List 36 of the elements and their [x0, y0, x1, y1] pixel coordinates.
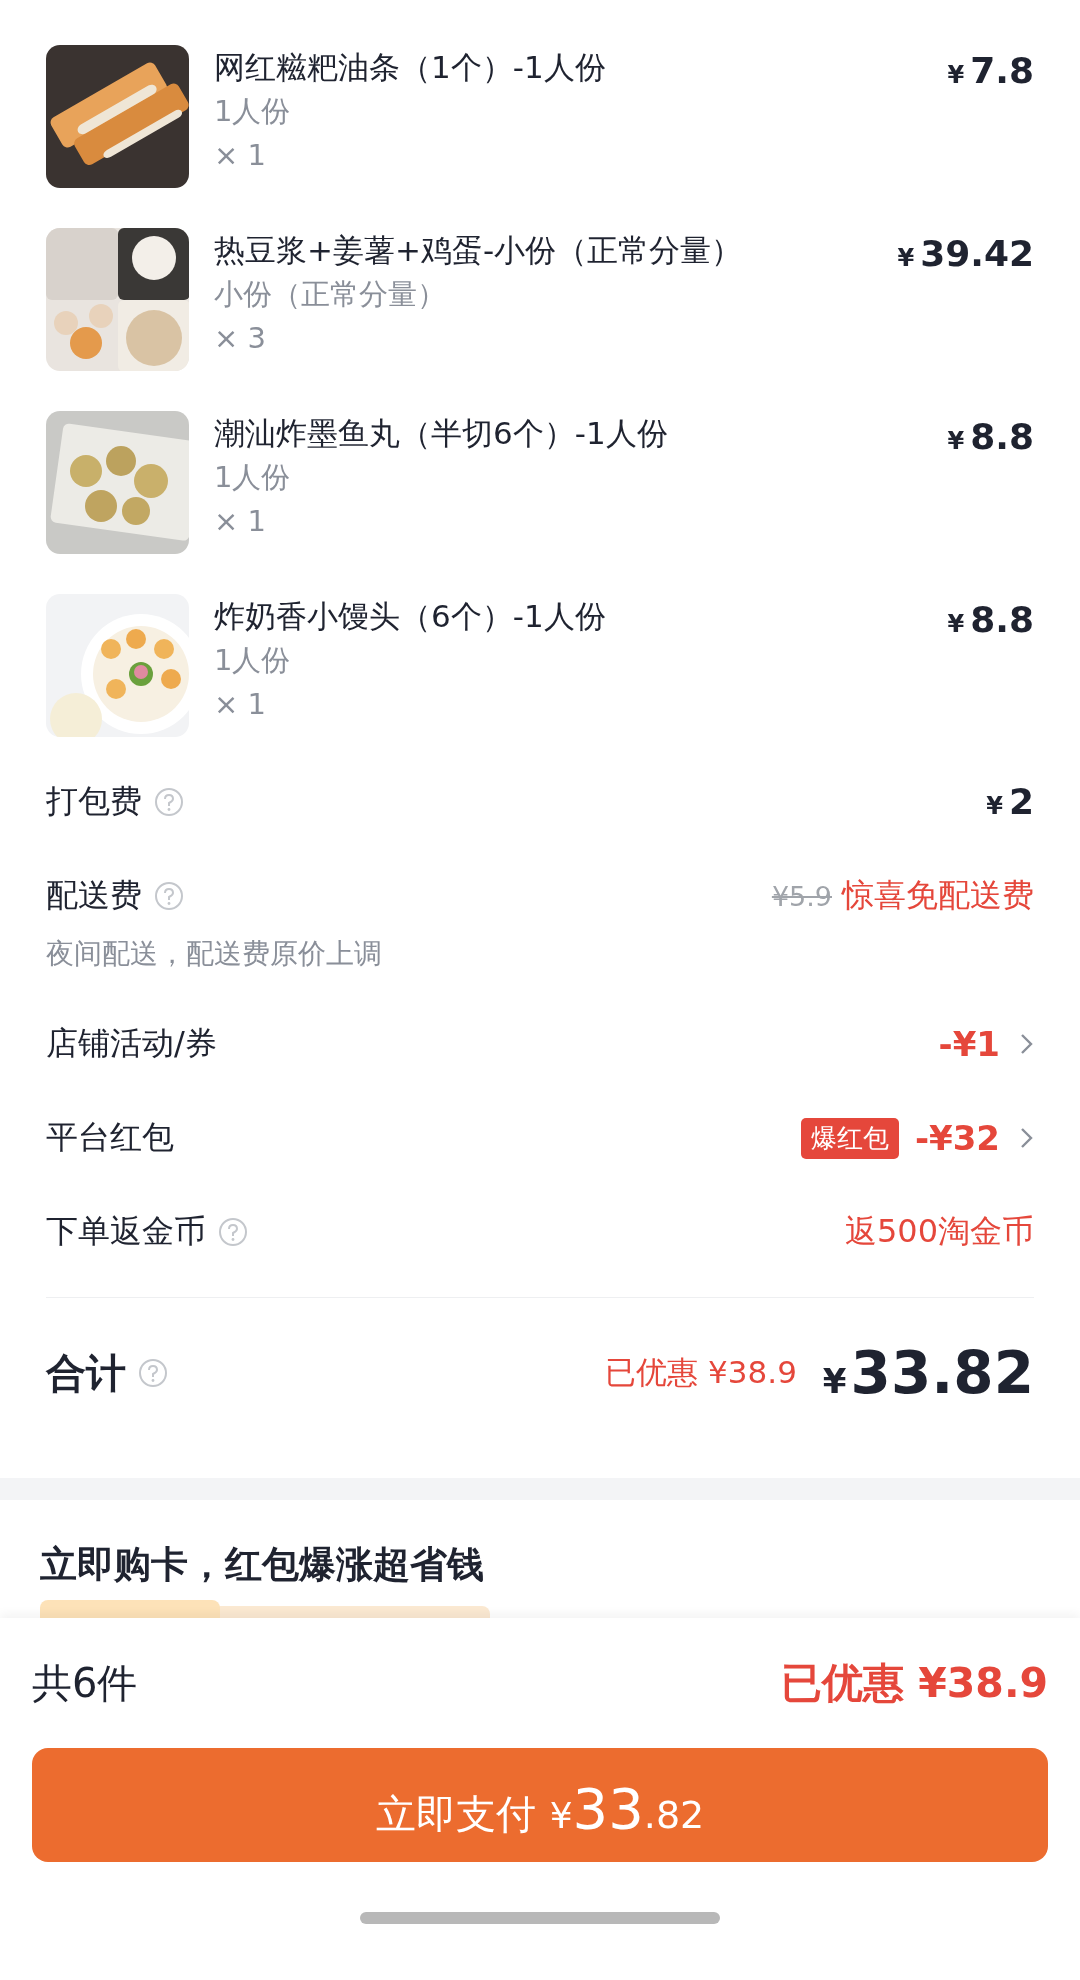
item-quantity: × 1 — [214, 137, 267, 174]
fee-label: 平台红包 — [46, 1117, 174, 1158]
total-label: 合计 — [46, 1348, 126, 1398]
item-count: 共6件 — [32, 1658, 138, 1708]
fee-label: 店铺活动/券 — [46, 1023, 217, 1064]
item-spec: 1人份 — [214, 642, 292, 679]
item-price: ¥ 8.8 — [947, 598, 1034, 642]
original-price: ¥5.9 — [771, 880, 832, 912]
reward-text: 返500淘金币 — [844, 1211, 1034, 1252]
discount-amount[interactable]: -¥32 — [914, 1118, 1000, 1158]
item-spec: 小份（正常分量） — [214, 276, 447, 313]
item-name: 网红糍粑油条（1个）-1人份 — [214, 48, 607, 87]
promo-badge: 爆红包 — [800, 1117, 899, 1159]
saved-amount: 已优惠 ¥38.9 — [781, 1657, 1048, 1709]
item-name: 炸奶香小馒头（6个）-1人份 — [214, 597, 607, 636]
item-name: 热豆浆+姜薯+鸡蛋-小份（正常分量） — [214, 231, 744, 270]
fee-label: 打包费 — [46, 781, 142, 822]
discount-amount[interactable]: -¥1 — [938, 1024, 1000, 1064]
pay-button[interactable]: 立即支付 ¥33.82 — [32, 1748, 1048, 1862]
fee-note: 夜间配送，配送费原价上调 — [46, 936, 383, 972]
item-price: ¥ 7.8 — [947, 49, 1034, 93]
item-name: 潮汕炸墨鱼丸（半切6个）-1人份 — [214, 414, 669, 453]
fee-label: 配送费 — [46, 875, 142, 916]
item-quantity: × 1 — [214, 686, 267, 723]
total-amount: ¥33.82 — [822, 1339, 1034, 1407]
saved-amount: 已优惠 ¥38.9 — [605, 1353, 797, 1392]
promo-title: 立即购卡，红包爆涨超省钱 — [40, 1542, 485, 1588]
item-quantity: × 3 — [214, 320, 267, 357]
fee-amount: ¥ 2 — [986, 780, 1034, 824]
item-spec: 1人份 — [214, 93, 292, 130]
item-quantity: × 1 — [214, 503, 267, 540]
fee-label: 下单返金币 — [46, 1211, 206, 1252]
item-price: ¥ 8.8 — [947, 415, 1034, 459]
item-price: ¥ 39.42 — [897, 232, 1034, 276]
item-spec: 1人份 — [214, 459, 292, 496]
fee-value: 惊喜免配送费 — [842, 875, 1034, 916]
